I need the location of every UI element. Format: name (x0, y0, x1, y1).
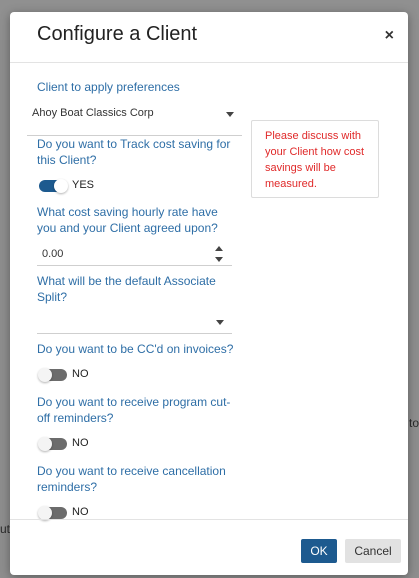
cutoff-reminders-state: NO (72, 437, 89, 449)
background-fragment-left: ut (0, 522, 11, 536)
track-cost-state: YES (72, 179, 95, 191)
associate-split-select[interactable] (37, 311, 232, 333)
cancellation-reminders-state: NO (72, 506, 89, 518)
client-label: Client to apply preferences (37, 80, 180, 94)
track-cost-question: Do you want to Track cost saving for thi… (37, 137, 231, 167)
client-select[interactable]: Ahoy Boat Classics Corp (27, 103, 242, 125)
associate-split-underline (37, 333, 232, 334)
toggle-knob (54, 179, 68, 193)
modal-header: Configure a Client × (10, 12, 408, 63)
associate-split-question: What will be the default Associate Split… (37, 274, 216, 304)
track-cost-toggle[interactable] (39, 179, 68, 193)
cancellation-reminders-question: Do you want to receive cancellation remi… (37, 464, 226, 494)
modal-body: Client to apply preferences Ahoy Boat Cl… (10, 63, 408, 520)
modal-footer: OK Cancel (10, 519, 408, 575)
cc-invoices-state: NO (72, 368, 89, 380)
decrement-icon[interactable] (215, 257, 223, 262)
hourly-rate-input[interactable]: 0.00 (37, 243, 232, 265)
cc-invoices-toggle[interactable] (38, 368, 67, 382)
modal-title: Configure a Client (37, 23, 198, 45)
hourly-rate-underline (37, 265, 232, 266)
cancel-button[interactable]: Cancel (345, 539, 401, 563)
hourly-rate-value: 0.00 (42, 248, 64, 260)
cutoff-reminders-question: Do you want to receive program cut-off r… (37, 395, 231, 425)
toggle-knob (38, 437, 52, 451)
cancellation-reminders-toggle[interactable] (38, 506, 67, 520)
hourly-rate-question: What cost saving hourly rate have you an… (37, 205, 218, 235)
cost-savings-notice: Please discuss with your Client how cost… (251, 120, 379, 198)
chevron-down-icon (216, 320, 224, 325)
ok-button[interactable]: OK (301, 539, 337, 563)
increment-icon[interactable] (215, 246, 223, 251)
chevron-down-icon (226, 112, 234, 117)
cc-invoices-question: Do you want to be CC'd on invoices? (37, 342, 234, 356)
client-select-value: Ahoy Boat Classics Corp (32, 107, 154, 119)
cutoff-reminders-toggle[interactable] (38, 437, 67, 451)
toggle-knob (38, 368, 52, 382)
background-fragment-right: to (409, 416, 419, 430)
toggle-knob (38, 506, 52, 520)
notice-text: Please discuss with your Client how cost… (265, 130, 365, 190)
configure-client-modal: Configure a Client × Client to apply pre… (10, 12, 408, 575)
close-icon[interactable]: × (385, 28, 394, 44)
